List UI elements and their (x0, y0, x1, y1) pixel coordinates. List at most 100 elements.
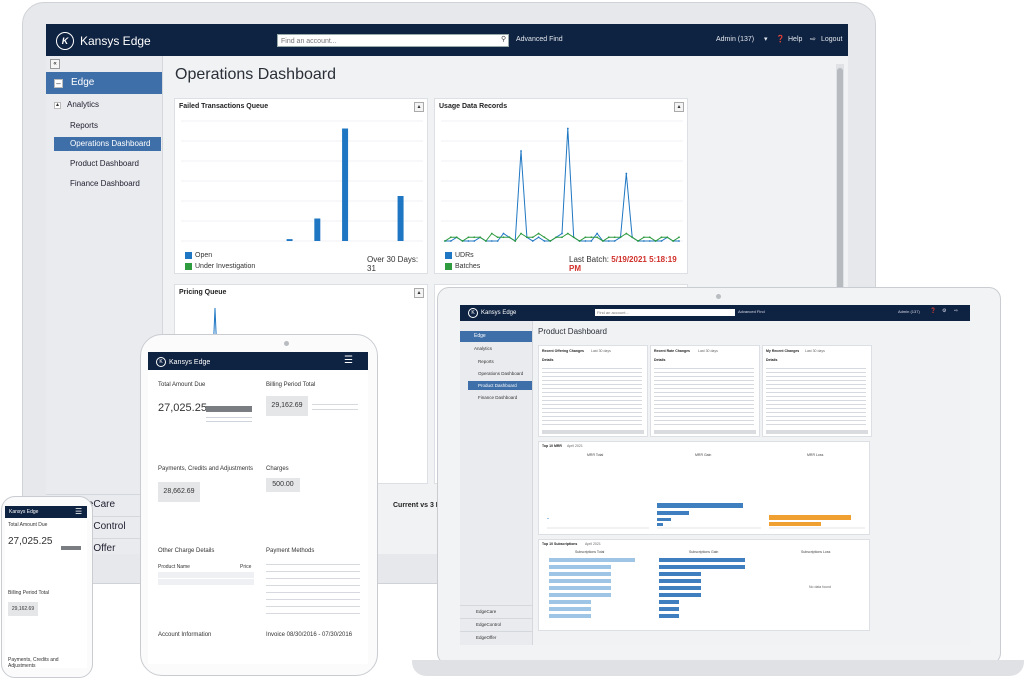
help-link[interactable]: Help (788, 36, 802, 43)
card-text-lines (766, 365, 866, 427)
advanced-find-link[interactable]: Advanced Find (516, 36, 563, 43)
laptop-sidebar-item-operations-dashboard[interactable]: Operations Dashboard (478, 371, 523, 376)
chart-point (531, 236, 534, 239)
laptop-sidebar: Edge Analytics Reports Operations Dashbo… (460, 321, 533, 645)
sidebar-item-reports[interactable]: Reports (46, 119, 162, 133)
search-icon[interactable]: ⚲ (501, 35, 509, 43)
billing-period-total-label: Billing Period Total (266, 382, 316, 388)
card-horizontal-scrollbar[interactable] (766, 430, 868, 434)
chart-point (561, 236, 563, 239)
chart-point (537, 232, 540, 235)
phone-billing-period-label: Billing Period Total (8, 590, 50, 596)
laptop-advanced-find-link[interactable]: Advanced Find (738, 309, 765, 314)
card-horizontal-scrollbar[interactable] (654, 430, 756, 434)
laptop-help-icon[interactable]: ❓ (930, 308, 936, 314)
phone-brand[interactable]: Kansys Edge (9, 509, 38, 515)
tablet-brand[interactable]: K Kansys Edge (156, 357, 210, 367)
total-amount-due-value: 27,025.25 (158, 402, 207, 414)
card-title: Recent Rate Changes (654, 349, 690, 353)
chart-point (572, 236, 575, 239)
sidebar-item-analytics[interactable]: ▴ Analytics (46, 98, 162, 112)
top-10-mrr-panel: Top 10 MRR April 2021 MRR Total MRR Gain… (538, 441, 870, 535)
charges-value: 500.00 (266, 478, 300, 492)
sidebar-item-operations-dashboard[interactable]: Operations Dashboard (54, 137, 161, 151)
laptop-logout-icon[interactable]: ⇨ (954, 308, 958, 314)
sidebar-item-product-dashboard[interactable]: Product Dashboard (46, 157, 162, 171)
chart-point (543, 240, 546, 242)
chart-point (590, 240, 593, 242)
chart-point (467, 240, 470, 242)
card-subtitle: Last 30 days (591, 349, 611, 353)
top-10-subscriptions-panel: Top 10 Subscriptions April 2021 Subscrip… (538, 539, 870, 631)
legend-batches: Batches (445, 263, 480, 270)
laptop-settings-icon[interactable]: ⚙ (942, 308, 946, 314)
collapse-panel-icon[interactable]: ▴ (674, 102, 684, 112)
subscriptions-loss-header: Subscriptions Loss (801, 550, 831, 554)
card-title: My Recent Changes (766, 349, 800, 353)
caret-up-icon: ▴ (54, 101, 61, 109)
chart-point (508, 236, 511, 239)
chart-point (514, 240, 517, 242)
chart-point (490, 232, 493, 235)
laptop-sidebar-item-edgecontrol[interactable]: EdgeControl (460, 618, 532, 630)
other-charges-rows (158, 572, 254, 586)
chart-point (613, 236, 616, 239)
card-subtitle: Last 30 days (698, 349, 718, 353)
laptop-sidebar-item-edgeoffer[interactable]: EdgeOffer (460, 631, 532, 643)
search-input[interactable]: Find an account... (277, 34, 509, 47)
amount-details-lines (206, 414, 252, 424)
logout-link[interactable]: Logout (821, 36, 842, 43)
my-recent-changes-card: My Recent Changes Last 30 days Details (762, 345, 872, 437)
sidebar-item-finance-dashboard[interactable]: Finance Dashboard (46, 177, 162, 191)
card-details-label: Details (766, 358, 778, 362)
panel-title: Failed Transactions Queue (179, 103, 269, 110)
laptop-sidebar-item-finance-dashboard[interactable]: Finance Dashboard (478, 395, 517, 400)
legend-label: Under Investigation (195, 263, 256, 270)
chart-point (607, 236, 610, 239)
chart-point (496, 236, 499, 239)
kansys-logo-icon: K (56, 32, 74, 50)
help-icon[interactable]: ❓ (776, 35, 785, 43)
chart-point (449, 236, 452, 239)
legend-udrs: UDRs (445, 252, 474, 259)
collapse-sidebar-icon[interactable]: « (50, 59, 60, 69)
brand[interactable]: K Kansys Edge (56, 32, 151, 50)
top-navbar: K Kansys Edge Find an account... ⚲ Advan… (46, 24, 848, 56)
laptop-sidebar-item-analytics[interactable]: Analytics (474, 346, 492, 351)
logout-icon[interactable]: ⇨ (810, 35, 816, 43)
laptop-sidebar-item-edge[interactable]: Edge (460, 331, 532, 342)
collapse-panel-icon[interactable]: ▴ (414, 288, 424, 298)
laptop-sidebar-item-edgecare[interactable]: EdgeCare (460, 605, 532, 617)
phone-hamburger-menu-icon[interactable]: ☰ (75, 507, 82, 516)
phone-total-amount-value: 27,025.25 (8, 536, 53, 547)
chevron-down-icon[interactable]: ▾ (764, 35, 768, 43)
chart-point (643, 240, 645, 242)
card-text-lines (654, 365, 754, 427)
card-horizontal-scrollbar[interactable] (542, 430, 644, 434)
chart-point (496, 240, 499, 242)
laptop-brand[interactable]: K Kansys Edge (468, 308, 516, 318)
chart-point (678, 240, 680, 242)
chart-point (602, 240, 604, 242)
panel-title: Pricing Queue (179, 289, 227, 296)
usage-data-records-panel: Usage Data Records ▴ UDRs Batches Last B… (434, 98, 688, 274)
collapse-panel-icon[interactable]: ▴ (414, 102, 424, 112)
chart-point (537, 236, 540, 239)
sidebar-item-edge[interactable]: – Edge (46, 72, 162, 94)
legend-label: Batches (455, 263, 481, 270)
hamburger-menu-icon[interactable]: ☰ (344, 356, 353, 366)
chart-point (561, 232, 563, 235)
panel-title: Top 10 MRR (542, 444, 562, 448)
laptop-sidebar-item-product-dashboard[interactable]: Product Dashboard (468, 381, 532, 390)
chart-point (531, 240, 534, 242)
chart-point (648, 240, 651, 242)
laptop-sidebar-item-reports[interactable]: Reports (478, 359, 494, 364)
laptop-search-input[interactable]: Find an account... (595, 309, 735, 316)
chart-point (631, 236, 634, 239)
user-menu[interactable]: Admin (137) (716, 36, 754, 43)
chart-point (502, 236, 505, 239)
amount-bar (206, 406, 252, 412)
card-details-label: Details (542, 358, 554, 362)
payments-credits-label: Payments, Credits and Adjustments (158, 466, 254, 472)
laptop-user-menu[interactable]: Admin (137) (898, 309, 920, 314)
